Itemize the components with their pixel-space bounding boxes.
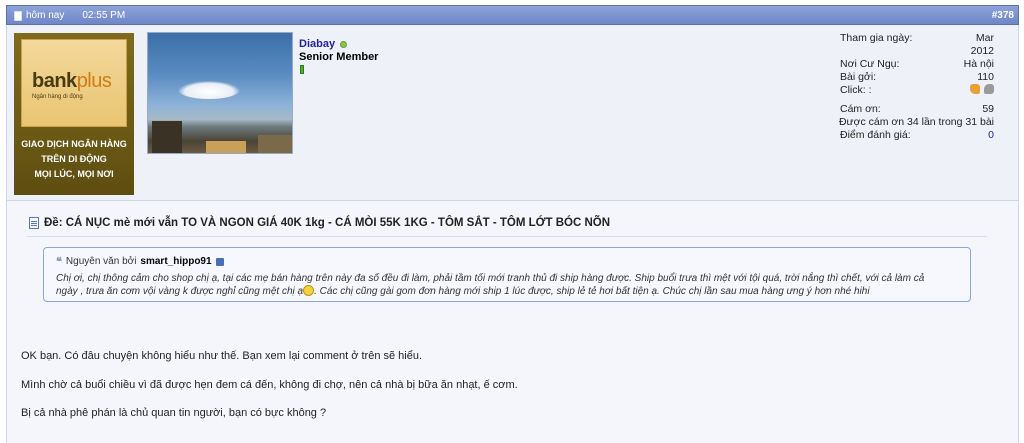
quote-author[interactable]: smart_hippo91 <box>140 256 211 267</box>
post-title: Đề: CÁ NỤC mè mới vẫn TO VÀ NGON GIÁ 40K… <box>29 217 610 229</box>
thumbs-up-icon[interactable] <box>970 84 980 94</box>
quote-prefix: Nguyên văn bởi <box>65 256 137 267</box>
join-month: Mar <box>975 32 994 44</box>
rating-value: 0 <box>988 129 994 141</box>
join-date-label: Tham gia ngày: <box>840 32 913 44</box>
click-label: Click: : <box>840 84 872 96</box>
username[interactable]: Diabay <box>299 38 348 50</box>
user-title: Senior Member <box>299 51 379 63</box>
post-header: hôm nay 02:55 PM #378 <box>6 5 1019 25</box>
bankplus-logo: bankplus <box>32 70 112 92</box>
post-date: hôm nay 02:55 PM <box>14 10 125 21</box>
reputation-icon[interactable] <box>300 65 304 74</box>
posts-label: Bài gởi: <box>840 71 877 83</box>
post-icon <box>14 10 22 21</box>
message-line-1: OK bạn. Có đâu chuyện không hiểu như thế… <box>21 350 423 362</box>
post-time: 02:55 PM <box>82 10 126 21</box>
post-message-area: Đề: CÁ NỤC mè mới vẫn TO VÀ NGON GIÁ 40K… <box>6 200 1019 443</box>
quote-icon: ❝ <box>56 256 62 268</box>
click-icons <box>970 84 994 94</box>
thanked-summary: Được cám ơn 34 lần trong 31 bài <box>838 116 994 128</box>
post-date-label: hôm nay <box>26 10 65 21</box>
thanks-label: Cám ơn: <box>840 103 881 115</box>
quote-text: Chị ơi, chị thông cảm cho shop chị ạ, tạ… <box>56 273 925 297</box>
rating-label: Điểm đánh giá: <box>840 129 911 141</box>
location-label: Nơi Cư Ngụ: <box>840 58 900 70</box>
user-info-panel: bankplus Ngân hàng di động GIAO DỊCH NGÂ… <box>6 25 1019 200</box>
banner-tagline: GIAO DỊCH NGÂN HÀNG TRÊN DI ĐỘNG MỌI LÚC… <box>21 139 127 179</box>
message-line-2: Mình chờ cả buổi chiều vì đã được hẹn đe… <box>21 379 518 391</box>
username-link[interactable]: Diabay <box>299 38 335 50</box>
user-avatar[interactable] <box>147 32 293 154</box>
quote-header: ❝ Nguyên văn bởi smart_hippo91 <box>56 255 224 268</box>
post-number-link[interactable]: #378 <box>992 10 1014 21</box>
message-line-3: Bị cả nhà phê phán là chủ quan tin người… <box>21 407 327 419</box>
post-title-text: Đề: CÁ NỤC mè mới vẫn TO VÀ NGON GIÁ 40K… <box>44 217 610 229</box>
bankplus-logo-subtitle: Ngân hàng di động <box>32 94 83 100</box>
quote-block: ❝ Nguyên văn bởi smart_hippo91 Chị ơi, c… <box>43 247 971 302</box>
online-status-icon <box>340 40 348 48</box>
bankplus-ad-banner[interactable]: bankplus Ngân hàng di động GIAO DỊCH NGÂ… <box>14 33 134 195</box>
join-year: 2012 <box>970 45 994 57</box>
view-post-icon[interactable] <box>215 257 224 266</box>
user-stats: Tham gia ngày: Mar 2012 Nơi Cư Ngụ: Hà nội… <box>794 32 994 142</box>
location-value: Hà nội <box>963 58 994 70</box>
thumbs-down-icon[interactable] <box>984 84 994 94</box>
smiley-icon <box>303 285 315 296</box>
document-icon <box>29 217 39 229</box>
posts-count: 110 <box>977 71 994 83</box>
bankplus-logo-box: bankplus Ngân hàng di động <box>21 39 127 127</box>
thanks-count: 59 <box>982 103 994 115</box>
